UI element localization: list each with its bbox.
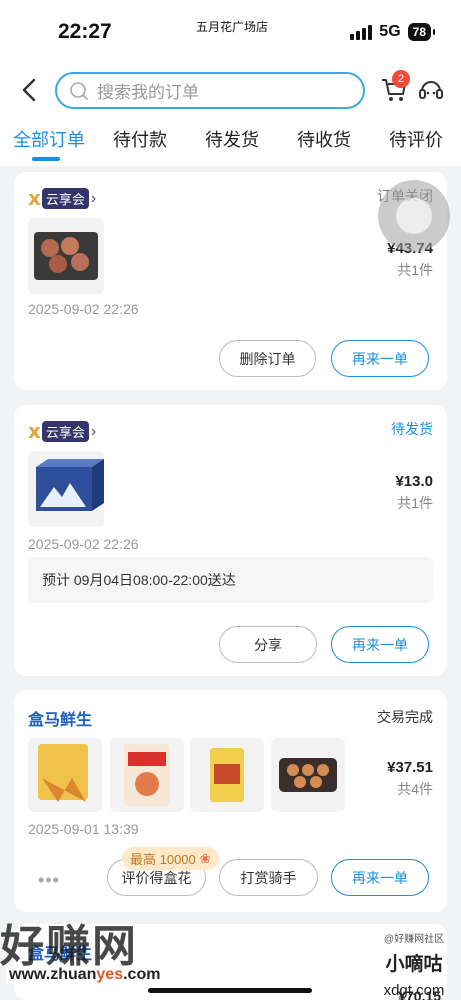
product-thumbnail[interactable] <box>28 738 102 812</box>
cart-count-badge: 2 <box>392 70 410 88</box>
network-type: 5G <box>379 23 401 40</box>
signal-icon <box>350 24 373 40</box>
order-card[interactable]: 盒马鲜生 交易完成 ¥37.51 共4件 2025-09-01 13:39 ••… <box>14 690 447 912</box>
order-time: 2025-09-02 22:26 <box>28 301 139 317</box>
delete-order-button[interactable]: 删除订单 <box>219 340 316 377</box>
active-tab-indicator <box>32 157 60 161</box>
pastries-tray-image <box>279 758 337 792</box>
yunxianghui-logo-icon: ⅹ <box>28 421 41 443</box>
store-name: 云享会 <box>41 421 89 442</box>
tab-pending-receipt[interactable]: 待收货 <box>297 126 351 152</box>
meat-patties-image <box>34 232 98 280</box>
delivery-estimate: 预计 09月04日08:00-22:00送达 <box>28 557 433 603</box>
order-header: 搜索我的订单 2 全部订单 待付款 待发货 待收货 待评价 <box>0 66 461 166</box>
more-options-icon[interactable]: ••• <box>38 870 60 891</box>
search-placeholder: 搜索我的订单 <box>97 83 199 102</box>
order-tabs: 全部订单 待付款 待发货 待收货 待评价 <box>0 124 461 164</box>
search-icon <box>70 81 88 100</box>
product-thumbnail[interactable] <box>110 738 184 812</box>
store-name: 云享会 <box>41 188 89 209</box>
chevron-right-icon: › <box>90 189 97 207</box>
tab-pending-shipment[interactable]: 待发货 <box>205 126 259 152</box>
watermark-url: www.zhuanyes.com <box>6 966 164 984</box>
yunxianghui-logo-icon: ⅹ <box>28 188 41 210</box>
store-location: 五月花广场店 <box>196 20 269 34</box>
snack-bag-image <box>124 744 170 806</box>
back-icon[interactable] <box>16 76 44 104</box>
chips-bag-image <box>38 744 88 802</box>
tab-pending-review[interactable]: 待评价 <box>389 126 443 152</box>
product-thumbnail[interactable] <box>271 738 345 812</box>
reward-text: 最高 10000 <box>130 852 196 867</box>
tab-all[interactable]: 全部订单 <box>13 126 85 152</box>
reorder-button[interactable]: 再来一单 <box>331 859 429 896</box>
home-indicator[interactable] <box>148 988 312 993</box>
tip-rider-button[interactable]: 打赏骑手 <box>219 859 318 896</box>
share-button[interactable]: 分享 <box>219 626 317 663</box>
order-quantity: 共1件 <box>397 262 433 278</box>
order-time: 2025-09-01 13:39 <box>28 821 139 837</box>
customer-service-icon[interactable] <box>417 76 445 104</box>
status-time: 22:27 <box>58 20 112 43</box>
watermark-badge: @好赚网社区 小嘀咕 xdgt.com <box>383 934 445 999</box>
tab-pending-payment[interactable]: 待付款 <box>113 126 167 152</box>
store-link[interactable]: ⅹ 云享会 › <box>28 186 96 211</box>
product-thumbnail[interactable] <box>28 451 104 527</box>
order-quantity: 共1件 <box>397 495 433 511</box>
status-indicators: 5G 78 <box>350 23 436 41</box>
watermark-logo: 好赚网 <box>0 922 138 971</box>
reorder-button[interactable]: 再来一单 <box>331 340 429 377</box>
product-thumbnail[interactable] <box>190 738 264 812</box>
order-status: 待发货 <box>391 421 433 437</box>
chevron-right-icon: › <box>90 422 97 440</box>
order-time: 2025-09-02 22:26 <box>28 536 139 552</box>
water-box-image <box>36 459 104 511</box>
battery-icon: 78 <box>407 23 436 41</box>
assistive-touch-button[interactable] <box>378 180 450 252</box>
order-quantity: 共4件 <box>397 781 433 797</box>
order-card[interactable]: ⅹ 云享会 › 待发货 ¥13.0 共1件 2025-09-02 22:26 预… <box>14 405 447 676</box>
product-thumbnail[interactable] <box>28 218 104 294</box>
order-price: ¥13.0 <box>395 473 433 490</box>
store-name[interactable]: 盒马鲜生 <box>28 706 92 730</box>
reorder-button[interactable]: 再来一单 <box>331 626 429 663</box>
order-status: 交易完成 <box>377 709 433 725</box>
biscuit-pack-image <box>210 748 244 802</box>
store-link[interactable]: ⅹ 云享会 › <box>28 419 96 444</box>
reward-badge: 最高 10000 ❀ <box>122 847 219 870</box>
flower-icon: ❀ <box>199 850 211 866</box>
search-input[interactable]: 搜索我的订单 <box>55 72 365 109</box>
order-price: ¥37.51 <box>387 759 433 776</box>
status-bar: 22:27 五月花广场店 5G 78 <box>0 0 461 66</box>
